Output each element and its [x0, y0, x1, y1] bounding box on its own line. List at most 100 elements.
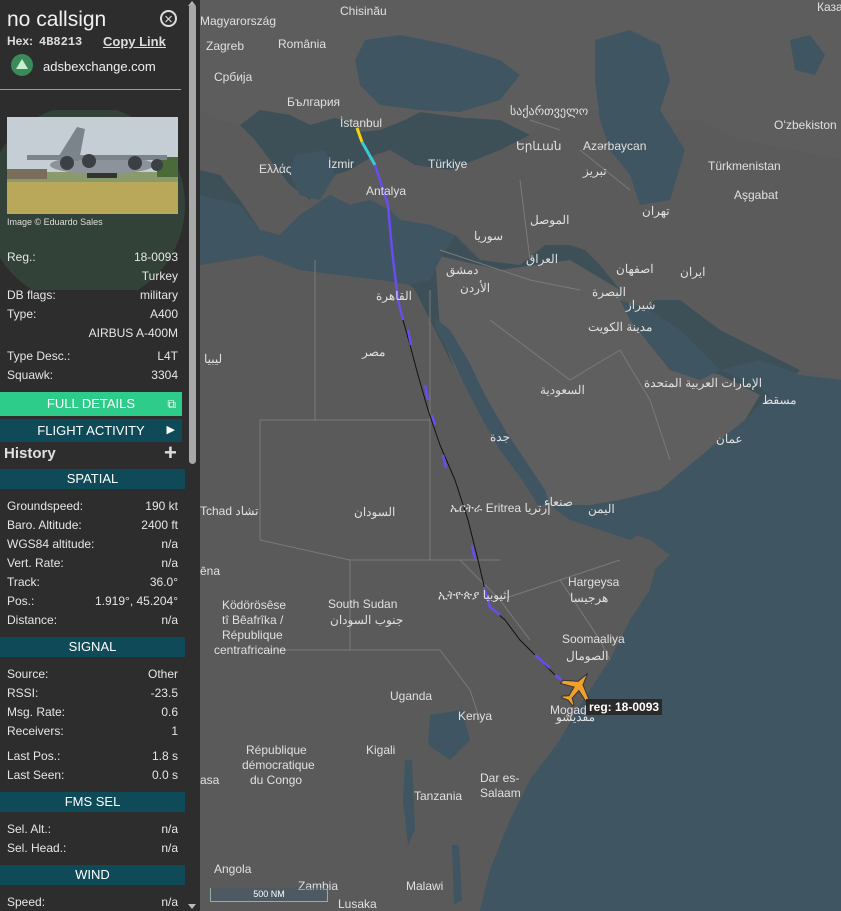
close-icon[interactable]: × — [160, 10, 177, 28]
distance-value: n/a — [161, 613, 178, 627]
rssi-label: RSSI: — [7, 686, 39, 700]
map-label-dar2: Salaam — [480, 786, 521, 800]
map-label-romania: România — [278, 37, 327, 51]
map-label-cairo: القاهرة — [376, 289, 412, 303]
track-label: Track: — [7, 575, 40, 589]
map-label-kodorosese: Ködörösêse — [222, 598, 287, 612]
last-seen-row: Last Seen: 0.0 s — [7, 768, 178, 784]
map-scale-bar: 500 NM — [210, 888, 328, 902]
map-label-mosul: الموصل — [530, 213, 570, 227]
msg-rate-value: 0.6 — [161, 705, 178, 719]
map-label-chad: Tchad تشاد — [200, 504, 259, 518]
sel-alt-value: n/a — [161, 822, 178, 836]
map-label-muscat: مسقط — [762, 393, 797, 407]
copy-link[interactable]: Copy Link — [103, 34, 166, 49]
receivers-row: Receivers: 1 — [7, 724, 178, 740]
spatial-section-header[interactable]: SPATIAL — [0, 469, 185, 489]
map-label-somalia-ar: الصومال — [566, 649, 609, 663]
adsbexchange-link[interactable]: adsbexchange.com — [43, 59, 156, 74]
map-label-eritrea: ኤርትራ Eritrea إرتريا — [450, 501, 551, 515]
sidebar-scrollbar[interactable] — [185, 0, 200, 911]
map-label-south-sudan: South Sudan — [328, 597, 398, 611]
type-code-value: A400 — [149, 307, 178, 321]
history-heading[interactable]: History — [4, 445, 56, 462]
baro-altitude-row: Baro. Altitude: 2400 ft — [7, 518, 178, 534]
registration-row: Reg.: 18-0093 — [7, 250, 178, 266]
signal-section-header[interactable]: SIGNAL — [0, 637, 185, 657]
rssi-value: -23.5 — [150, 686, 178, 700]
map-label-tanzania: Tanzania — [414, 789, 463, 803]
map-label-libya: ليبيا — [204, 352, 223, 366]
map-label-hargeysa: Hargeysa — [568, 575, 620, 589]
map-label-isfahan: اصفهان — [616, 262, 654, 276]
type-desc-value: L4T — [157, 349, 178, 363]
map-label-ozbekiston: Oʻzbekiston — [774, 118, 837, 132]
type-desc-row: Type Desc.: L4T — [7, 349, 178, 365]
distance-label: Distance: — [7, 613, 58, 627]
type-row: Type: A400 — [7, 307, 178, 323]
map-label-kenya: Kenya — [458, 709, 493, 723]
map-label-turkiye: Türkiye — [428, 157, 468, 171]
track-row: Track: 36.0° — [7, 575, 178, 591]
map-label-kaza: Каза — [817, 0, 841, 14]
plus-icon[interactable]: + — [164, 440, 177, 466]
map-label-republique-ca: République — [222, 628, 283, 642]
map-label-ellas: Ελλάς — [259, 162, 292, 176]
map-label-centrafricaine: centrafricaine — [214, 643, 287, 657]
wgs84-altitude-value: n/a — [161, 537, 178, 551]
receivers-label: Receivers: — [7, 724, 64, 738]
scrollbar-thumb[interactable] — [189, 4, 196, 464]
map-label-rdc2: démocratique — [242, 758, 315, 772]
hex-row: Hex: 4B8213 — [7, 34, 82, 49]
last-pos-value: 1.8 s — [151, 749, 178, 763]
type-name-value: AIRBUS A-400M — [88, 326, 178, 340]
full-details-button[interactable]: FULL DETAILS ⧉ — [0, 392, 182, 416]
external-link-icon: ⧉ — [167, 397, 176, 411]
flight-activity-label: FLIGHT ACTIVITY — [37, 423, 145, 438]
squawk-value: 3304 — [151, 368, 178, 382]
registration-label: Reg.: — [7, 250, 36, 264]
map-label-ena: ēna — [200, 564, 221, 578]
rssi-row: RSSI: -23.5 — [7, 686, 178, 702]
aircraft-info-panel: no callsign × Hex: 4B8213 Copy Link adsbe… — [0, 0, 185, 911]
photo-credit[interactable]: Image © Eduardo Sales — [7, 217, 103, 227]
map-label-iraq: العراق — [526, 252, 559, 266]
sel-head-row: Sel. Head.: n/a — [7, 841, 178, 857]
type-label: Type: — [7, 307, 37, 321]
map-label-istanbul: İstanbul — [340, 116, 383, 130]
full-details-label: FULL DETAILS — [46, 396, 136, 411]
last-pos-label: Last Pos.: — [7, 749, 61, 763]
map-label-rdc1: République — [246, 743, 307, 757]
map-label-tabriz: تبریز — [583, 164, 607, 178]
aircraft-photo[interactable] — [7, 117, 178, 214]
flight-activity-button[interactable]: FLIGHT ACTIVITY ▶ — [0, 419, 182, 442]
last-seen-label: Last Seen: — [7, 768, 65, 782]
map-label-asa: asa — [200, 773, 220, 787]
fms-sel-section-header[interactable]: FMS SEL — [0, 792, 185, 812]
map-label-oman: عمان — [716, 432, 743, 446]
map-label-sudan: السودان — [354, 505, 396, 519]
wind-speed-value: n/a — [161, 895, 178, 909]
map-label-shiraz: شیراز — [626, 298, 656, 312]
position-value: 1.919°, 45.204° — [95, 594, 178, 608]
wind-section-header[interactable]: WIND — [0, 865, 185, 885]
map-label-basra: البصرة — [592, 285, 626, 299]
map-label-kigali: Kigali — [366, 743, 396, 757]
groundspeed-label: Groundspeed: — [7, 499, 84, 513]
map-label-uae: الإمارات العربية المتحدة — [644, 376, 763, 390]
map-label-south-sudan-ar: جنوب السودان — [330, 613, 404, 627]
map-label-georgia: საქართველო — [510, 104, 589, 118]
sel-alt-label: Sel. Alt.: — [7, 822, 52, 836]
msg-rate-row: Msg. Rate: 0.6 — [7, 705, 178, 721]
aircraft-reg-label[interactable]: reg: 18-0093 — [586, 699, 663, 715]
scroll-down-icon[interactable] — [188, 904, 196, 909]
db-flags-value: military — [140, 288, 178, 302]
map-label-rdc3: du Congo — [250, 773, 303, 787]
position-row: Pos.: 1.919°, 45.204° — [7, 594, 178, 610]
map-view[interactable]: Chisinău Каза Magyarország Zagreb Români… — [200, 0, 841, 911]
map-label-asgabat: Aşgabat — [734, 188, 779, 202]
map-label-jeddah: جدة — [490, 430, 511, 444]
adsbexchange-logo-icon[interactable] — [11, 54, 33, 76]
baro-altitude-label: Baro. Altitude: — [7, 518, 82, 532]
map-label-uganda: Uganda — [390, 689, 433, 703]
